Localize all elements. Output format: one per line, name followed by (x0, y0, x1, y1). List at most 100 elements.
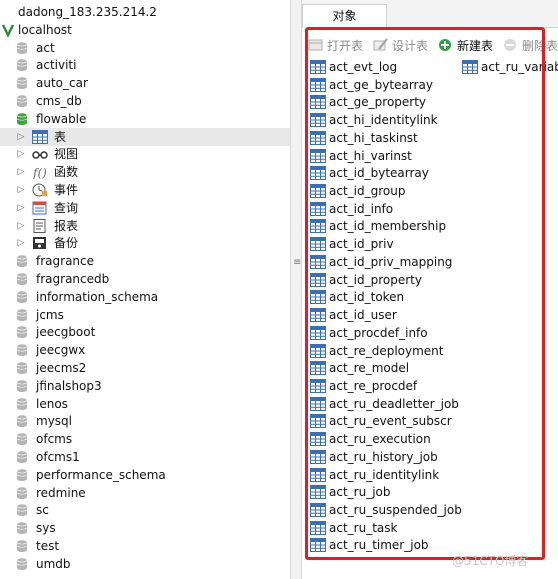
table-list-item[interactable]: act_id_priv (310, 235, 394, 253)
category-label: 查询 (54, 200, 79, 215)
watermark: @51CTO博客 (452, 554, 529, 568)
database-node[interactable]: mysql (0, 412, 290, 430)
table-list-item[interactable]: act_ru_execution (310, 430, 431, 448)
table-icon (310, 113, 326, 128)
database-node[interactable]: fragrance (0, 252, 290, 270)
table-list-item[interactable]: act_ru_history_job (310, 448, 438, 466)
table-icon (310, 60, 326, 74)
database-node[interactable]: auto_car (0, 74, 290, 92)
database-node[interactable]: jcms (0, 306, 290, 324)
table-name: act_ru_variab (481, 60, 558, 74)
table-list-item[interactable]: act_id_priv_mapping (310, 253, 452, 271)
table-list-item[interactable]: act_ru_event_subscr (310, 412, 452, 430)
table-list-item[interactable]: act_re_model (310, 359, 409, 377)
design-table-button[interactable]: 设计表 (373, 37, 428, 54)
table-list-item[interactable]: act_ru_job (310, 483, 391, 501)
table-list-item[interactable]: act_ru_identitylink (310, 466, 439, 484)
table-list-item[interactable]: act_id_property (310, 271, 422, 289)
open-table-button[interactable]: 打开表 (308, 37, 363, 54)
table-icon (310, 130, 326, 145)
table-list-item[interactable]: act_id_user (310, 306, 397, 324)
table-list-item[interactable]: act_ru_timer_job (310, 536, 429, 554)
database-node[interactable]: test (0, 537, 290, 555)
database-node[interactable]: activiti (0, 56, 290, 74)
database-node[interactable]: jeecms2 (0, 359, 290, 377)
table-list-item[interactable]: act_ru_variab (462, 58, 558, 76)
database-name: jeecms2 (36, 361, 87, 375)
database-node[interactable]: umdb (0, 555, 290, 573)
table-name: act_ru_identitylink (329, 467, 440, 482)
connection-node[interactable]: dadong_183.235.214.2 (0, 3, 290, 21)
table-list-item[interactable]: act_id_group (310, 182, 405, 200)
database-node[interactable]: sc (0, 501, 290, 519)
server-node[interactable]: localhost (0, 21, 290, 39)
database-node[interactable]: flowable (0, 110, 290, 128)
table-icon (310, 378, 326, 393)
database-icon (16, 112, 28, 126)
database-node[interactable]: performance_schema (0, 466, 290, 484)
table-list-item[interactable]: act_ru_suspended_job (310, 501, 462, 519)
table-name: act_ru_timer_job (329, 538, 429, 553)
database-node[interactable]: lenos (0, 395, 290, 413)
table-name: act_id_priv_mapping (329, 254, 453, 269)
tree-category-node[interactable]: ▷ 视图 (0, 145, 290, 163)
tree-category-node[interactable]: ▷ 报表 (0, 217, 290, 235)
database-node[interactable]: jfinalshop3 (0, 377, 290, 395)
database-name: jeecgboot (36, 325, 96, 340)
new-table-button[interactable]: 新建表 (438, 37, 493, 54)
table-list-item[interactable]: act_ru_deadletter_job (310, 395, 459, 413)
database-name: fragrancedb (36, 272, 110, 286)
tree-category-node[interactable]: ▷ 查询 (0, 199, 290, 217)
table-list-item[interactable]: act_evt_log (310, 58, 397, 76)
table-list-item[interactable]: act_id_token (310, 288, 404, 306)
tree-category-node[interactable]: ▷ f() 函数 (0, 163, 290, 181)
splitter-grip-icon[interactable]: ≡ (293, 258, 301, 268)
expand-arrow-icon[interactable]: ▷ (16, 132, 26, 142)
table-name: act_evt_log (329, 60, 398, 74)
database-node[interactable]: jeecgboot (0, 323, 290, 341)
tab-objects[interactable]: 对象 (302, 4, 387, 28)
table-list-item[interactable]: act_ge_property (310, 93, 426, 111)
database-node[interactable]: information_schema (0, 288, 290, 306)
expand-arrow-icon[interactable]: ▷ (16, 185, 26, 195)
tree-category-node[interactable]: ▷ 事件 (0, 181, 290, 199)
expand-arrow-icon[interactable]: ▷ (16, 149, 26, 159)
database-node[interactable]: ofcms1 (0, 448, 290, 466)
tree-category-node[interactable]: ▷ 表 (0, 127, 290, 146)
database-node[interactable]: fragrancedb (0, 270, 290, 288)
expand-arrow-icon[interactable]: ▷ (16, 238, 26, 248)
expand-arrow-icon[interactable]: ▷ (16, 221, 26, 231)
database-node[interactable]: jeecgwx (0, 341, 290, 359)
delete-table-button[interactable]: 删除表 (503, 37, 558, 54)
database-node[interactable]: sys (0, 519, 290, 537)
table-name: act_ge_property (329, 95, 427, 110)
table-icon (310, 201, 326, 216)
table-list-item[interactable]: act_id_membership (310, 217, 446, 235)
objects-panel: 对象 打开表 设计表 新建表 删除表 act_evt_log act_ge_by… (302, 0, 558, 579)
table-icon (310, 219, 326, 234)
table-list-item[interactable]: act_ru_task (310, 519, 397, 537)
database-node[interactable]: act (0, 39, 290, 57)
table-icon (310, 449, 326, 464)
expand-arrow-icon[interactable]: ▷ (16, 203, 26, 213)
database-node[interactable]: cms_db (0, 92, 290, 110)
table-list-item[interactable]: act_id_bytearray (310, 164, 429, 182)
table-list-item[interactable]: act_re_procdef (310, 377, 417, 395)
table-list-item[interactable]: act_ge_bytearray (310, 76, 433, 94)
category-label: 视图 (54, 147, 79, 162)
table-list-item[interactable]: act_id_info (310, 200, 393, 218)
database-icon (16, 397, 28, 411)
database-node[interactable]: ofcms (0, 430, 290, 448)
database-node[interactable]: redmine (0, 484, 290, 502)
table-icon (310, 166, 326, 181)
tree-category-node[interactable]: ▷ 备份 (0, 234, 290, 252)
expand-arrow-icon[interactable]: ▷ (16, 167, 26, 177)
table-list-item[interactable]: act_hi_taskinst (310, 129, 418, 147)
panel-splitter[interactable]: ≡ (290, 0, 302, 579)
table-list-item[interactable]: act_procdef_info (310, 324, 428, 342)
table-name: act_id_membership (329, 219, 447, 234)
table-list-item[interactable]: act_hi_varinst (310, 147, 412, 165)
table-name: act_id_info (329, 201, 394, 216)
table-list-item[interactable]: act_re_deployment (310, 342, 444, 360)
table-list-item[interactable]: act_hi_identitylink (310, 111, 438, 129)
